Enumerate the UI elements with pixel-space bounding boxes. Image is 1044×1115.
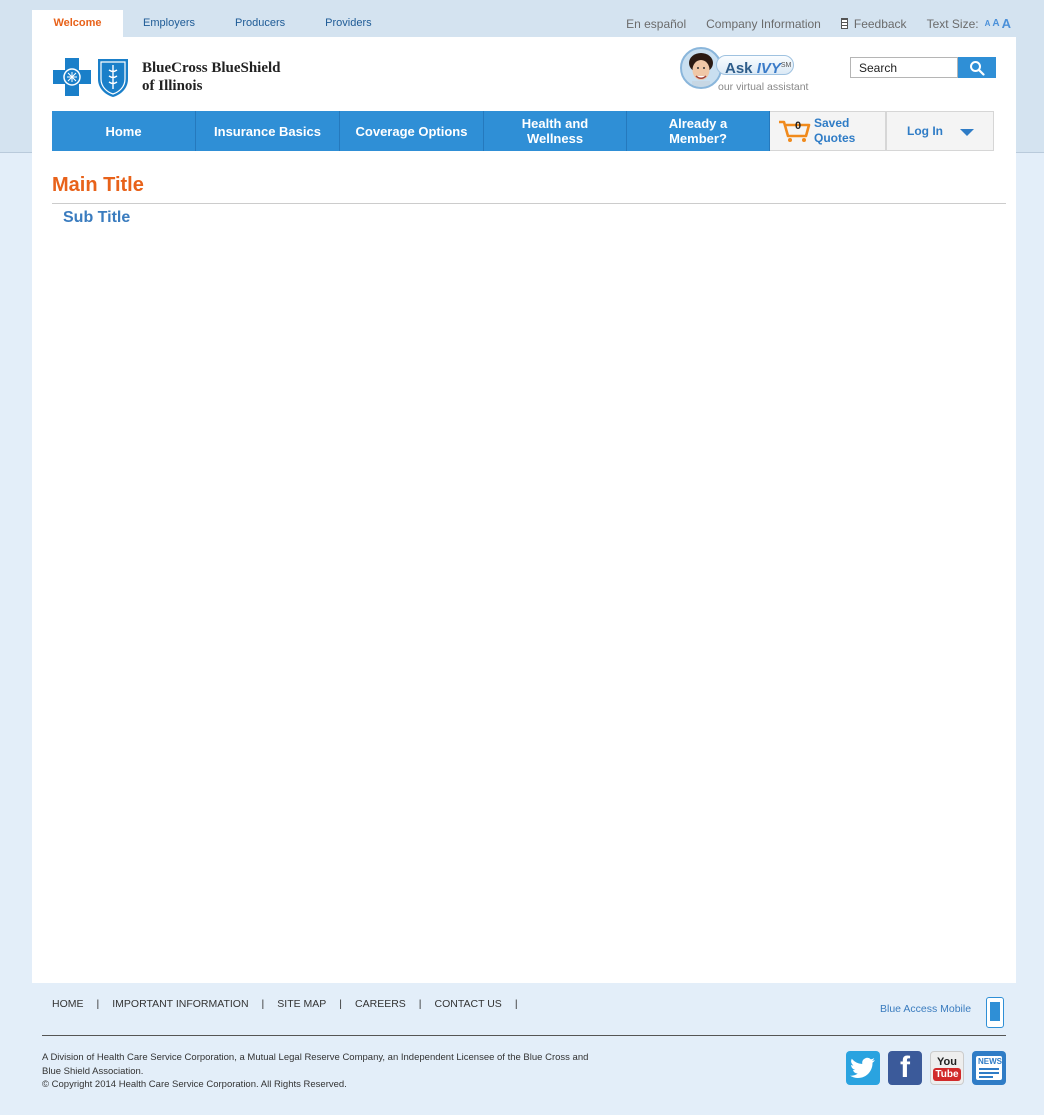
cart-icon: 0 xyxy=(778,119,812,143)
ivy-sm-mark: SM xyxy=(780,62,792,69)
text-size-small[interactable]: A xyxy=(985,19,991,28)
nav-already-member[interactable]: Already a Member? xyxy=(627,111,770,151)
legal-text: A Division of Health Care Service Corpor… xyxy=(42,1051,662,1092)
ivy-ask-label: Ask xyxy=(725,60,757,77)
text-size-label: Text Size: xyxy=(926,16,979,31)
ivy-subtitle: our virtual assistant xyxy=(718,81,809,93)
ivy-bubble: Ask IVYSM xyxy=(716,55,794,77)
youtube-tube: Tube xyxy=(933,1067,961,1081)
footer-separator: | xyxy=(96,998,100,1010)
utility-bar: En español Company Information Feedback … xyxy=(626,16,1011,31)
blue-access-mobile-link[interactable]: Blue Access Mobile xyxy=(880,1003,971,1015)
legal-line-1: A Division of Health Care Service Corpor… xyxy=(42,1052,589,1063)
ask-ivy-widget[interactable]: Ask IVYSM our virtual assistant xyxy=(680,47,820,93)
footer-nav: HOME | IMPORTANT INFORMATION | SITE MAP … xyxy=(52,998,531,1010)
footer-divider xyxy=(42,1035,1006,1036)
news-paper: NEWS xyxy=(976,1056,1002,1080)
footer-link-home[interactable]: HOME xyxy=(52,998,84,1010)
search-input[interactable] xyxy=(850,57,958,78)
facebook-glyph: f xyxy=(900,1051,910,1084)
search-icon xyxy=(970,60,985,76)
nav-insurance-basics[interactable]: Insurance Basics xyxy=(196,111,340,151)
news-label: NEWS xyxy=(978,1057,1002,1066)
brand-line-2: of Illinois xyxy=(142,78,203,94)
footer-link-contact-us[interactable]: CONTACT US xyxy=(435,998,502,1010)
saved-quotes-label: Saved Quotes xyxy=(814,116,855,146)
brand-logo[interactable]: BlueCross BlueShield of Illinois xyxy=(52,56,281,98)
twitter-icon[interactable] xyxy=(846,1051,880,1085)
news-line xyxy=(979,1068,999,1070)
feedback-label: Feedback xyxy=(853,16,907,31)
nav-home[interactable]: Home xyxy=(52,111,196,151)
audience-tabs: Welcome Employers Producers Providers xyxy=(32,10,392,37)
chevron-down-icon xyxy=(960,128,974,136)
news-icon[interactable]: NEWS xyxy=(972,1051,1006,1085)
title-divider xyxy=(52,203,1006,204)
footer-separator: | xyxy=(261,998,265,1010)
brand-name: BlueCross BlueShield of Illinois xyxy=(142,59,281,95)
copyright: © Copyright 2014 Health Care Service Cor… xyxy=(42,1079,347,1090)
footer-separator: | xyxy=(418,998,422,1010)
footer-link-important-info[interactable]: IMPORTANT INFORMATION xyxy=(112,998,248,1010)
tab-welcome[interactable]: Welcome xyxy=(32,10,123,37)
login-dropdown[interactable]: Log In xyxy=(886,111,994,151)
search-button[interactable] xyxy=(958,57,996,78)
ivy-face-icon xyxy=(689,53,713,87)
tab-employers[interactable]: Employers xyxy=(123,10,215,37)
ivy-name: IVY xyxy=(756,60,781,77)
facebook-icon[interactable]: f xyxy=(888,1051,922,1085)
footer-separator: | xyxy=(514,998,518,1010)
text-size-medium[interactable]: A xyxy=(992,18,999,29)
espanol-link[interactable]: En español xyxy=(626,17,686,31)
company-info-link[interactable]: Company Information xyxy=(706,17,821,31)
nav-health-wellness[interactable]: Health and Wellness xyxy=(484,111,627,151)
bcbs-logo-icon xyxy=(53,58,128,97)
tab-providers[interactable]: Providers xyxy=(305,10,391,37)
brand-line-1: BlueCross BlueShield xyxy=(142,60,281,76)
search-box xyxy=(850,57,996,78)
feedback-icon xyxy=(840,17,848,29)
text-size-large[interactable]: A xyxy=(1002,16,1011,31)
main-nav: Home Insurance Basics Coverage Options H… xyxy=(52,111,994,151)
page-title: Main Title xyxy=(52,174,144,196)
tab-producers[interactable]: Producers xyxy=(215,10,305,37)
nav-coverage-options[interactable]: Coverage Options xyxy=(340,111,484,151)
footer-link-careers[interactable]: CAREERS xyxy=(355,998,406,1010)
footer-separator: | xyxy=(339,998,343,1010)
login-label: Log In xyxy=(907,124,943,138)
sub-title: Sub Title xyxy=(63,209,131,226)
news-line xyxy=(979,1076,993,1078)
mobile-phone-icon[interactable] xyxy=(986,997,1004,1028)
news-line xyxy=(979,1072,999,1074)
youtube-you: You xyxy=(937,1055,957,1068)
legal-line-2: Blue Shield Association. xyxy=(42,1065,144,1077)
youtube-icon[interactable]: You Tube xyxy=(930,1051,964,1085)
footer-link-site-map[interactable]: SITE MAP xyxy=(277,998,326,1010)
saved-quotes-count: 0 xyxy=(795,120,802,132)
saved-label-line-2: Quotes xyxy=(814,131,856,145)
saved-quotes-button[interactable]: 0 Saved Quotes xyxy=(770,111,886,151)
saved-label-line-1: Saved xyxy=(814,116,850,130)
feedback-link[interactable]: Feedback xyxy=(840,16,907,31)
main-panel: BlueCross BlueShield of Illinois Ask IVY… xyxy=(32,37,1016,983)
